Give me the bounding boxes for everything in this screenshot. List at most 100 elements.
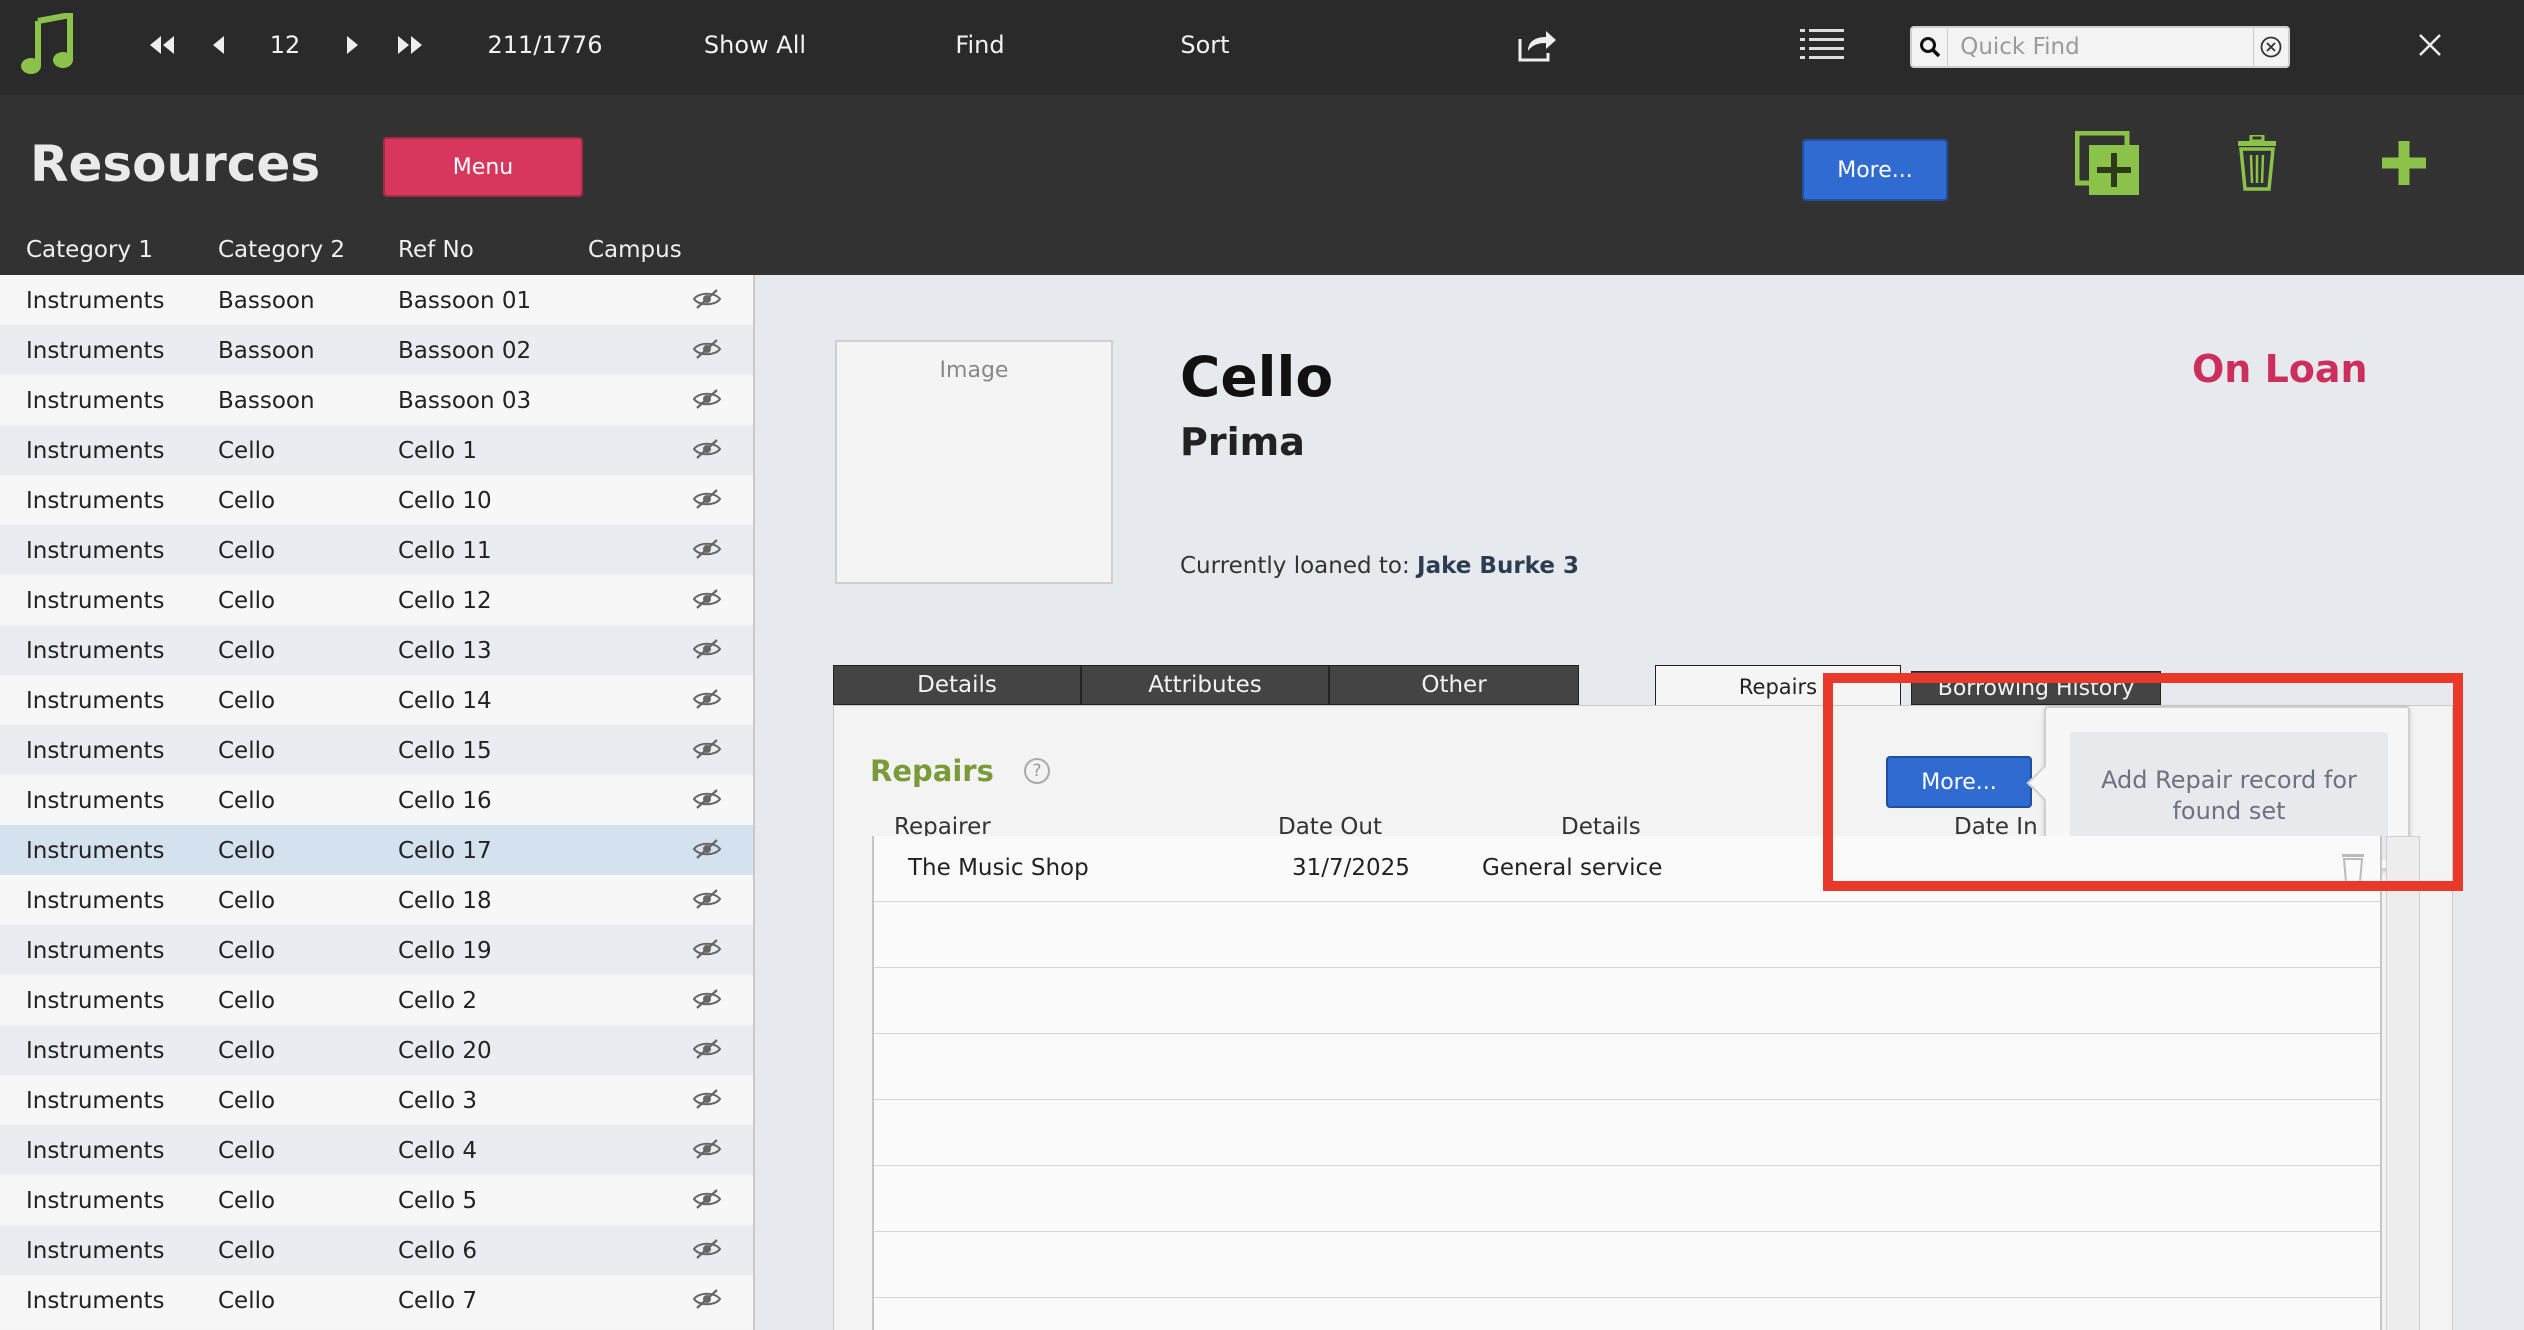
list-row[interactable]: Instruments Cello Cello 6 (0, 1225, 753, 1275)
image-container[interactable]: Image (835, 340, 1113, 584)
hidden-eye-icon[interactable] (692, 1137, 722, 1161)
category-2-cell: Cello (218, 888, 276, 914)
column-header-campus[interactable]: Campus (588, 237, 682, 263)
hidden-eye-icon[interactable] (692, 937, 722, 961)
hidden-eye-icon[interactable] (692, 487, 722, 511)
repair-row[interactable] (874, 1100, 2380, 1166)
list-row[interactable]: Instruments Cello Cello 10 (0, 475, 753, 525)
trash-icon[interactable] (2340, 850, 2366, 890)
find-button[interactable]: Find (920, 0, 1040, 90)
duplicate-record-icon[interactable] (2074, 130, 2141, 197)
sort-button[interactable]: Sort (1150, 0, 1260, 90)
loaned-to-name[interactable]: Jake Burke 3 (1417, 553, 1579, 579)
list-row[interactable]: Instruments Cello Cello 17 (0, 825, 753, 875)
list-row[interactable]: Instruments Cello Cello 1 (0, 425, 753, 475)
hidden-eye-icon[interactable] (692, 1287, 722, 1311)
hidden-eye-icon[interactable] (692, 337, 722, 361)
hidden-eye-icon[interactable] (692, 1037, 722, 1061)
date-out-cell[interactable]: 31/7/2025 (1292, 855, 1410, 881)
list-row[interactable]: Instruments Cello Cello 20 (0, 1025, 753, 1075)
list-row[interactable]: Instruments Cello Cello 5 (0, 1175, 753, 1225)
list-row[interactable]: Instruments Cello Cello 19 (0, 925, 753, 975)
show-all-button[interactable]: Show All (680, 0, 830, 90)
repairs-more-button[interactable]: More... (1886, 756, 2032, 808)
ref-no-cell: Cello 11 (398, 538, 492, 564)
repair-row[interactable] (874, 902, 2380, 968)
close-icon[interactable] (2400, 0, 2460, 90)
hidden-eye-icon[interactable] (692, 587, 722, 611)
hidden-eye-icon[interactable] (692, 387, 722, 411)
help-icon[interactable]: ? (1024, 758, 1050, 784)
list-row[interactable]: Instruments Cello Cello 14 (0, 675, 753, 725)
list-row[interactable]: Instruments Cello Cello 15 (0, 725, 753, 775)
repairer-cell[interactable]: The Music Shop (908, 855, 1089, 881)
hidden-eye-icon[interactable] (692, 1187, 722, 1211)
hidden-eye-icon[interactable] (692, 537, 722, 561)
tab-details[interactable]: Details (833, 665, 1081, 705)
category-2-cell: Cello (218, 1288, 276, 1314)
repairs-portal: The Music Shop 31/7/2025 General service (872, 836, 2382, 1330)
column-header-ref-no[interactable]: Ref No (398, 237, 474, 263)
ref-no-cell: Cello 19 (398, 938, 492, 964)
list-row[interactable]: Instruments Cello Cello 3 (0, 1075, 753, 1125)
previous-record-icon[interactable] (200, 0, 236, 90)
repair-row[interactable] (874, 968, 2380, 1034)
list-row[interactable]: Instruments Cello Cello 4 (0, 1125, 753, 1175)
quick-find-input[interactable] (1948, 28, 2254, 66)
hidden-eye-icon[interactable] (692, 987, 722, 1011)
list-view-icon[interactable] (1795, 0, 1849, 90)
category-1-cell: Instruments (26, 388, 165, 414)
tab-attributes[interactable]: Attributes (1081, 665, 1329, 705)
column-header-category-1[interactable]: Category 1 (26, 237, 153, 263)
hidden-eye-icon[interactable] (692, 787, 722, 811)
list-row[interactable]: Instruments Cello Cello 7 (0, 1275, 753, 1325)
hidden-eye-icon[interactable] (692, 637, 722, 661)
list-row[interactable]: Instruments Cello Cello 2 (0, 975, 753, 1025)
trash-icon[interactable] (2235, 133, 2279, 191)
repair-row[interactable] (874, 1298, 2380, 1330)
list-row[interactable]: Instruments Cello Cello 11 (0, 525, 753, 575)
share-icon[interactable] (1510, 0, 1564, 90)
category-2-cell: Cello (218, 1088, 276, 1114)
repair-row[interactable]: The Music Shop 31/7/2025 General service (874, 836, 2380, 902)
list-row[interactable]: Instruments Bassoon Bassoon 02 (0, 325, 753, 375)
repair-row[interactable] (874, 1034, 2380, 1100)
loaned-to-line: Currently loaned to: Jake Burke 3 (1180, 553, 1579, 579)
tab-repairs[interactable]: Repairs (1655, 665, 1901, 708)
list-row[interactable]: Instruments Cello Cello 18 (0, 875, 753, 925)
menu-button[interactable]: Menu (383, 137, 583, 197)
repair-row[interactable] (874, 1166, 2380, 1232)
list-row[interactable]: Instruments Bassoon Bassoon 01 (0, 275, 753, 325)
category-2-cell: Cello (218, 838, 276, 864)
category-2-cell: Cello (218, 438, 276, 464)
more-button[interactable]: More... (1802, 139, 1948, 201)
list-row[interactable]: Instruments Cello Cello 12 (0, 575, 753, 625)
next-record-icon[interactable] (335, 0, 371, 90)
page-title: Resources (30, 135, 321, 193)
details-cell[interactable]: General service (1482, 855, 1662, 881)
tab-other[interactable]: Other (1329, 665, 1579, 705)
hidden-eye-icon[interactable] (692, 287, 722, 311)
category-1-cell: Instruments (26, 438, 165, 464)
search-icon (1912, 28, 1949, 66)
list-row[interactable]: Instruments Cello Cello 13 (0, 625, 753, 675)
repair-row[interactable] (874, 1232, 2380, 1298)
hidden-eye-icon[interactable] (692, 887, 722, 911)
list-row[interactable]: Instruments Cello Cello 16 (0, 775, 753, 825)
first-record-icon[interactable] (140, 0, 184, 90)
record-number-field[interactable]: 12 (255, 0, 315, 90)
tab-borrowing-history[interactable]: Borrowing History (1911, 671, 2161, 705)
hidden-eye-icon[interactable] (692, 1087, 722, 1111)
portal-scrollbar[interactable] (2386, 836, 2420, 1330)
hidden-eye-icon[interactable] (692, 1237, 722, 1261)
hidden-eye-icon[interactable] (692, 837, 722, 861)
clear-icon[interactable] (2253, 28, 2288, 66)
hidden-eye-icon[interactable] (692, 687, 722, 711)
column-header-category-2[interactable]: Category 2 (218, 237, 345, 263)
top-toolbar: 12 211/1776 Show All Find Sort (0, 0, 2524, 95)
hidden-eye-icon[interactable] (692, 437, 722, 461)
add-record-icon[interactable] (2378, 137, 2430, 189)
hidden-eye-icon[interactable] (692, 737, 722, 761)
last-record-icon[interactable] (388, 0, 432, 90)
list-row[interactable]: Instruments Bassoon Bassoon 03 (0, 375, 753, 425)
